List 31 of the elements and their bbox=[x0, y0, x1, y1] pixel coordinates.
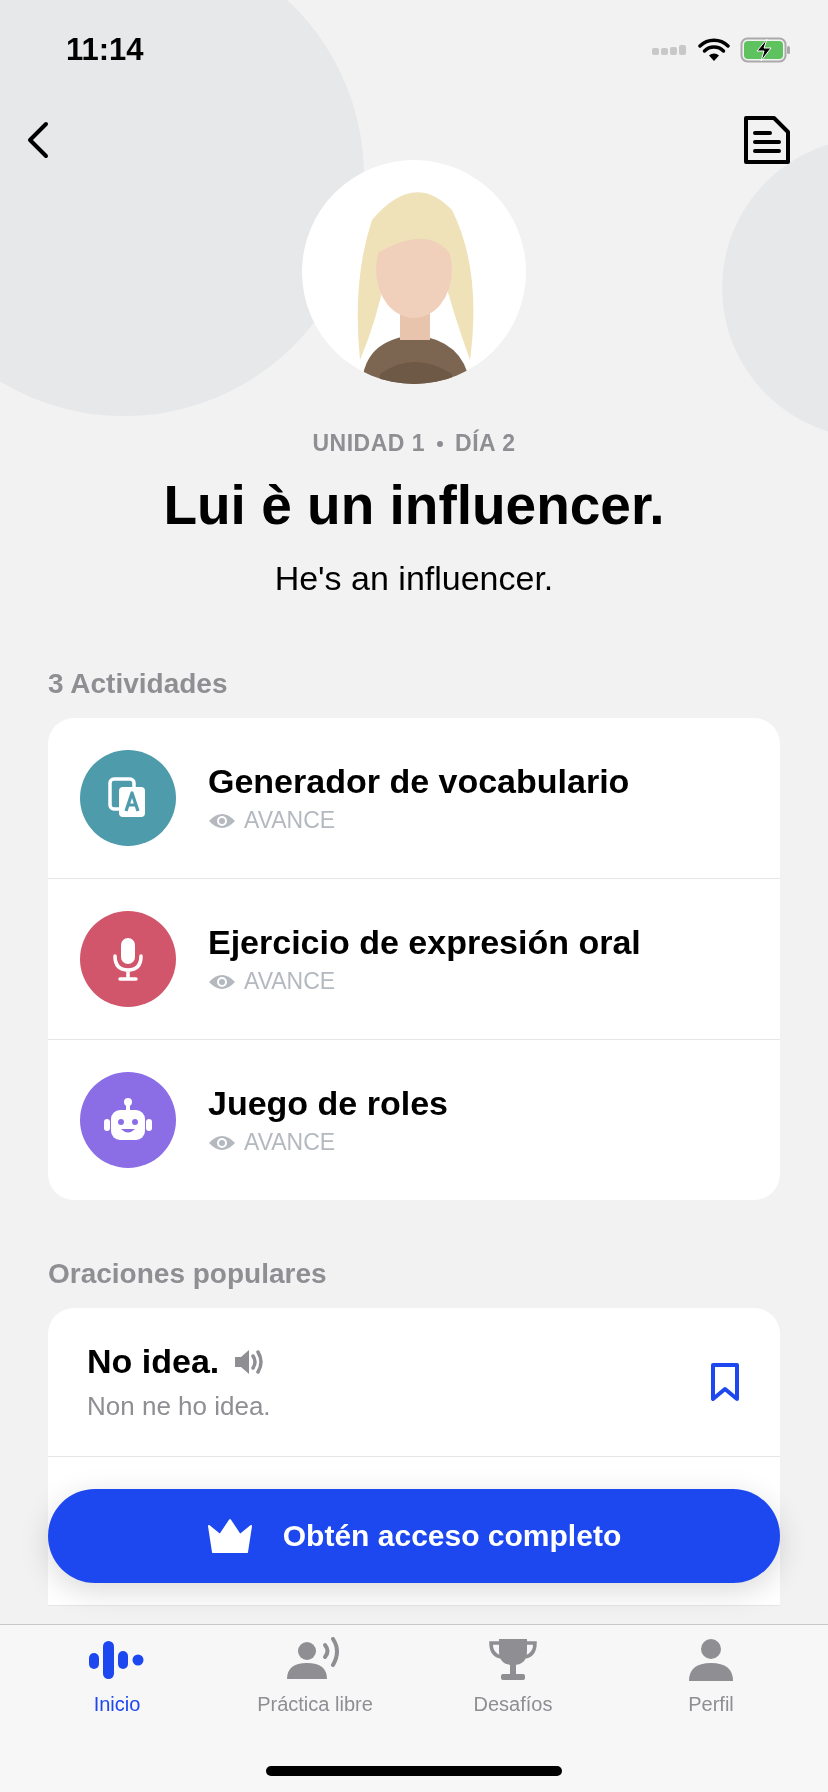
activity-title: Generador de vocabulario bbox=[208, 762, 630, 801]
eye-icon bbox=[208, 972, 236, 991]
sentence-translation: Non ne ho idea. bbox=[87, 1391, 271, 1422]
activity-item[interactable]: Generador de vocabulario AVANCE bbox=[48, 718, 780, 878]
lesson-title: Lui è un influencer. bbox=[162, 473, 666, 537]
signal-icon bbox=[652, 44, 688, 56]
preview-label: AVANCE bbox=[244, 807, 336, 834]
full-access-button[interactable]: Obtén acceso completo bbox=[48, 1489, 780, 1583]
unit-label: UNIDAD 1 bbox=[312, 430, 426, 457]
wifi-icon bbox=[698, 38, 730, 62]
lesson-translation: He's an influencer. bbox=[273, 559, 555, 598]
preview-label: AVANCE bbox=[244, 1129, 336, 1156]
speaker-icon[interactable] bbox=[233, 1347, 266, 1376]
activity-title: Ejercicio de expresión oral bbox=[208, 923, 641, 962]
activity-item[interactable]: Juego de roles AVANCE bbox=[48, 1040, 780, 1200]
status-time: 11:14 bbox=[66, 32, 144, 68]
battery-charging-icon bbox=[740, 37, 792, 63]
bookmark-icon[interactable] bbox=[710, 1362, 740, 1402]
activity-title: Juego de roles bbox=[208, 1084, 448, 1123]
day-label: DÍA 2 bbox=[455, 430, 516, 457]
crown-icon bbox=[206, 1518, 253, 1554]
sentence-text: No idea. bbox=[87, 1342, 220, 1381]
eye-icon bbox=[208, 811, 236, 830]
eye-icon bbox=[208, 1133, 236, 1152]
section-heading: Oraciones populares bbox=[48, 1258, 328, 1290]
preview-label: AVANCE bbox=[244, 968, 336, 995]
notes-button[interactable] bbox=[742, 115, 792, 165]
section-heading: 3 Actividades bbox=[48, 668, 229, 700]
activity-item[interactable]: Ejercicio de expresión oral AVANCE bbox=[48, 879, 780, 1039]
tab[interactable]: Inicio bbox=[32, 1637, 202, 1716]
separator-dot bbox=[437, 440, 444, 447]
